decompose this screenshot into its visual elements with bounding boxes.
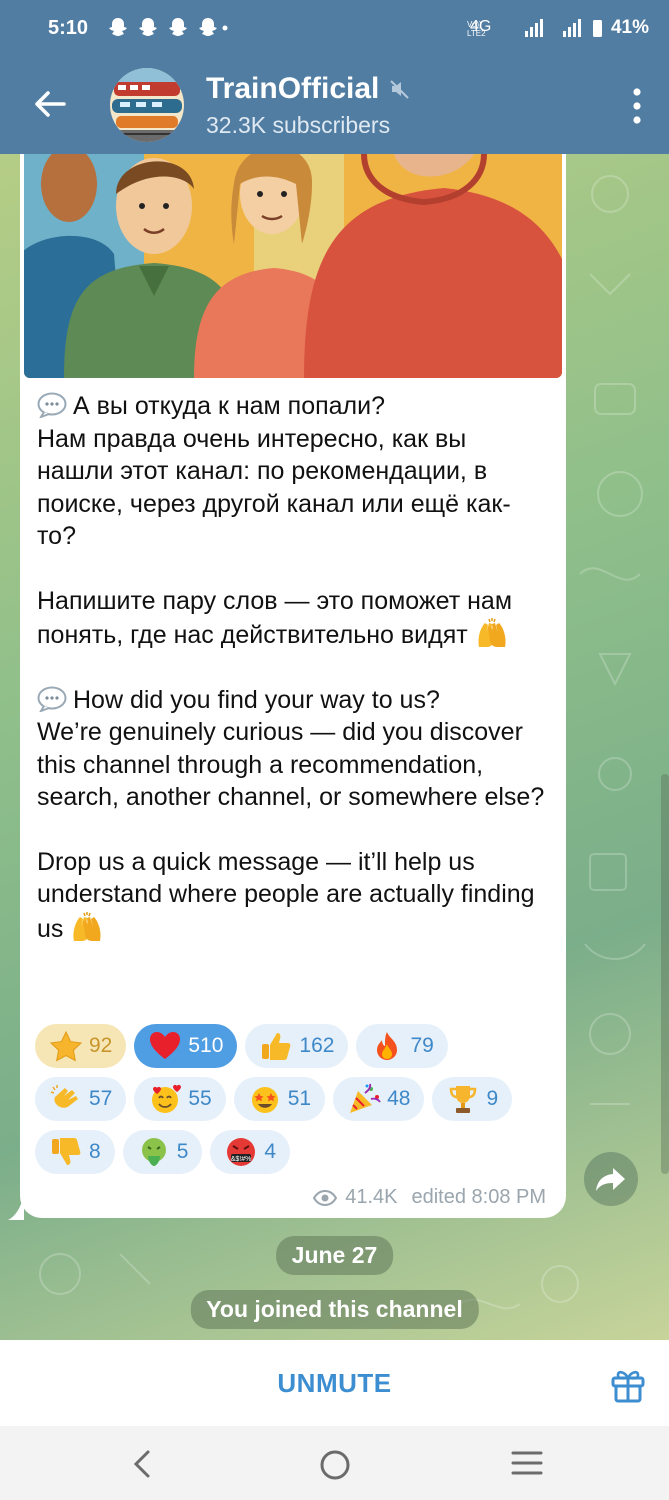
- en-question-line: How did you find your way to us?: [37, 684, 547, 717]
- channel-avatar[interactable]: [110, 68, 184, 142]
- reaction-count: 8: [89, 1140, 101, 1163]
- status-bar: 5:10 Vo)) LTE2 4G 41%: [0, 0, 669, 56]
- ru-call: Напишите пару слов — это поможет нам пон…: [37, 586, 513, 650]
- reaction-clapping-hands[interactable]: 57: [35, 1077, 127, 1121]
- reaction-count: 55: [188, 1087, 212, 1110]
- people-illustration-image: [24, 154, 562, 378]
- raising-hands-icon: [478, 618, 506, 647]
- vomiting-face-icon: [141, 1138, 166, 1166]
- more-options-icon[interactable]: [631, 86, 643, 126]
- status-time: 5:10: [48, 17, 89, 39]
- red-heart-icon: [150, 1032, 181, 1059]
- en-question: How did you find your way to us?: [73, 685, 440, 714]
- network-type: 4G: [470, 18, 492, 35]
- bubble-tail: [8, 1196, 24, 1220]
- speech-balloon-icon: [37, 686, 67, 712]
- view-count: 41.4K: [345, 1186, 398, 1208]
- unmute-button[interactable]: UNMUTE: [0, 1368, 669, 1399]
- chat-header: TrainOfficial 32.3K subscribers: [0, 56, 669, 154]
- ru-call-line: Напишите пару слов — это поможет нам пон…: [37, 585, 547, 652]
- fire-icon: [377, 1032, 398, 1060]
- thumbs-down-icon: [52, 1138, 81, 1165]
- en-call-line: Drop us a quick message — it’ll help us …: [37, 846, 547, 946]
- speech-balloon-icon: [37, 392, 67, 418]
- share-arrow-icon: [596, 1168, 625, 1191]
- nav-recents-icon[interactable]: [510, 1448, 544, 1478]
- muted-speaker-icon: [390, 80, 410, 99]
- reaction-vomiting-face[interactable]: 5: [122, 1130, 203, 1174]
- channel-post-bubble[interactable]: А вы откуда к нам попали? Нам правда оче…: [20, 154, 566, 1218]
- cursing-face-icon: &$!#%: [227, 1138, 256, 1166]
- post-text: А вы откуда к нам попали? Нам правда оче…: [37, 390, 547, 945]
- thumbs-up-icon: [262, 1033, 291, 1060]
- train-avatar-icon: [110, 68, 184, 142]
- subscriber-count: 32.3K subscribers: [206, 112, 391, 138]
- smiling-face-with-hearts-icon: [152, 1084, 182, 1113]
- system-navigation-bar: [0, 1426, 669, 1500]
- reaction-count: 9: [486, 1087, 499, 1110]
- svg-text:&$!#%: &$!#%: [231, 1156, 252, 1163]
- reaction-red-heart[interactable]: 510: [134, 1024, 238, 1068]
- battery-level: 41%: [610, 17, 649, 38]
- reaction-count: 5: [176, 1140, 189, 1163]
- eye-icon: [313, 1189, 338, 1206]
- post-meta: 41.4K edited 8:08 PM: [313, 1186, 546, 1209]
- chat-area[interactable]: А вы откуда к нам попали? Нам правда оче…: [0, 154, 669, 1340]
- reaction-count: 4: [264, 1140, 277, 1163]
- gift-icon[interactable]: [609, 1364, 647, 1404]
- reaction-star[interactable]: 92: [35, 1024, 127, 1068]
- raising-hands-icon: [73, 911, 101, 941]
- date-separator: June 27: [275, 1236, 394, 1275]
- reaction-count: 92: [89, 1034, 113, 1057]
- bottom-action-bar: UNMUTE: [0, 1340, 669, 1426]
- ru-question: А вы откуда к нам попали?: [73, 392, 386, 420]
- reaction-bar: 92 510 162 79 57 55 51 48 9 8 5 &$!#% 4: [35, 1024, 555, 1183]
- star-struck-icon: [251, 1087, 278, 1113]
- notification-icons: [108, 15, 228, 44]
- reaction-thumbs-down[interactable]: 8: [35, 1130, 115, 1174]
- star-icon: [49, 1030, 83, 1062]
- channel-title-row[interactable]: TrainOfficial: [206, 72, 411, 106]
- reaction-cursing-face[interactable]: &$!#% 4: [210, 1130, 291, 1174]
- reaction-smiling-face-with-hearts[interactable]: 55: [134, 1077, 226, 1121]
- reaction-count: 48: [387, 1087, 411, 1110]
- back-arrow-icon[interactable]: [28, 82, 72, 126]
- reaction-count: 57: [89, 1087, 113, 1110]
- share-button[interactable]: [584, 1152, 638, 1206]
- ru-body: Нам правда очень интересно, как вы нашли…: [37, 424, 511, 551]
- reaction-thumbs-up[interactable]: 162: [245, 1024, 349, 1068]
- reaction-count: 51: [287, 1087, 312, 1110]
- en-body: We’re genuinely curious — did you discov…: [37, 718, 545, 811]
- snapchat-icon: [109, 18, 228, 36]
- joined-service-message: You joined this channel: [190, 1290, 479, 1329]
- reaction-fire[interactable]: 79: [356, 1024, 448, 1068]
- scrollbar[interactable]: [661, 774, 669, 1174]
- reaction-count: 162: [299, 1034, 335, 1057]
- reaction-party-popper[interactable]: 48: [333, 1077, 425, 1121]
- reaction-count: 510: [188, 1034, 224, 1057]
- nav-back-icon[interactable]: [128, 1448, 158, 1480]
- nav-home-icon[interactable]: [318, 1448, 352, 1482]
- edited-time: edited 8:08 PM: [411, 1186, 546, 1208]
- party-popper-icon: [350, 1083, 381, 1113]
- reaction-count: 79: [410, 1034, 434, 1057]
- trophy-icon: [450, 1086, 477, 1113]
- clapping-hands-icon: [50, 1085, 78, 1108]
- channel-name: TrainOfficial: [206, 72, 380, 105]
- post-illustration[interactable]: [24, 154, 562, 378]
- reaction-star-struck[interactable]: 51: [233, 1077, 326, 1121]
- en-call: Drop us a quick message — it’ll help us …: [37, 847, 535, 943]
- ru-question-line: А вы откуда к нам попали?: [37, 390, 547, 423]
- reaction-trophy[interactable]: 9: [432, 1077, 513, 1121]
